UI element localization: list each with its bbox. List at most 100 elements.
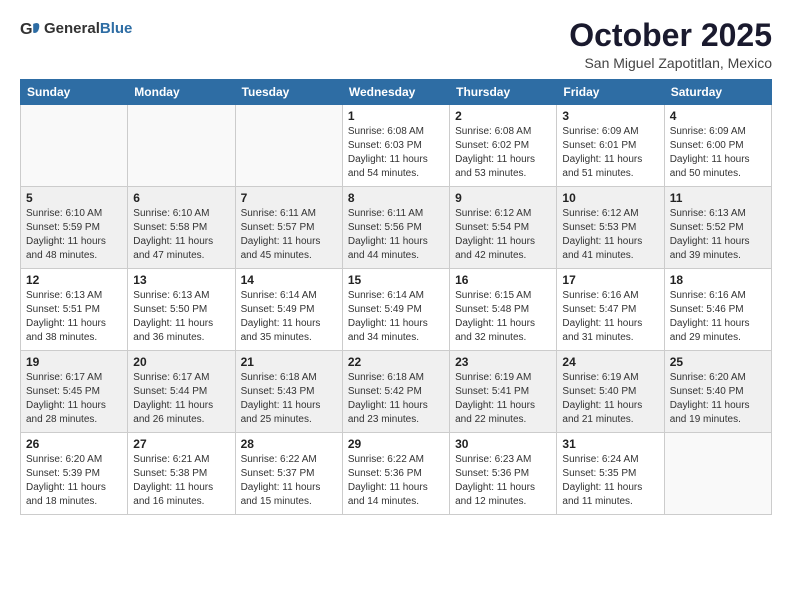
day-info: Sunrise: 6:16 AM Sunset: 5:47 PM Dayligh… (562, 289, 658, 345)
day-info: Sunrise: 6:16 AM Sunset: 5:46 PM Dayligh… (670, 289, 766, 345)
day-number: 8 (348, 191, 444, 205)
calendar-cell: 21Sunrise: 6:18 AM Sunset: 5:43 PM Dayli… (235, 351, 342, 433)
day-number: 14 (241, 273, 337, 287)
day-info: Sunrise: 6:22 AM Sunset: 5:36 PM Dayligh… (348, 453, 444, 509)
day-info: Sunrise: 6:22 AM Sunset: 5:37 PM Dayligh… (241, 453, 337, 509)
day-number: 21 (241, 355, 337, 369)
calendar-cell: 20 Sunrise: 6:17 AM Sunset: 5:44 PM Dayli… (128, 351, 235, 433)
day-number: 22 (348, 355, 444, 369)
day-number: 10 (562, 191, 658, 205)
page-container: G General Blue October 2025 San Miguel Z… (0, 0, 792, 525)
day-info: Sunrise: 6:10 AM Sunset: 5:58 PM Dayligh… (133, 207, 229, 263)
day-info: Sunrise: 6:10 AM Sunset: 5:59 PM Dayligh… (26, 207, 122, 263)
day-number: 24 (562, 355, 658, 369)
day-info: Sunrise: 6:20 AM Sunset: 5:39 PM Dayligh… (26, 453, 122, 509)
header-thursday: Thursday (450, 80, 557, 105)
day-number: 3 (562, 109, 658, 123)
header: G General Blue October 2025 San Miguel Z… (20, 18, 772, 71)
day-info: Sunrise: 6:23 AM Sunset: 5:36 PM Dayligh… (455, 453, 551, 509)
day-info: Sunrise: 6:08 AM Sunset: 6:02 PM Dayligh… (455, 125, 551, 181)
header-wednesday: Wednesday (342, 80, 449, 105)
calendar-cell: 16 Sunrise: 6:15 AM Sunset: 5:48 PM Dayli… (450, 269, 557, 351)
header-saturday: Saturday (664, 80, 771, 105)
day-info: Sunrise: 6:21 AM Sunset: 5:38 PM Dayligh… (133, 453, 229, 509)
day-number: 25 (670, 355, 766, 369)
calendar-cell: 17 Sunrise: 6:16 AM Sunset: 5:47 PM Dayli… (557, 269, 664, 351)
day-number: 29 (348, 437, 444, 451)
header-monday: Monday (128, 80, 235, 105)
calendar-cell: 11 Sunrise: 6:13 AM Sunset: 5:52 PM Dayli… (664, 187, 771, 269)
calendar-cell (664, 433, 771, 515)
logo-icon: G (20, 18, 42, 40)
calendar-week-3: 19Sunrise: 6:17 AM Sunset: 5:45 PM Dayli… (21, 351, 772, 433)
calendar-cell: 22 Sunrise: 6:18 AM Sunset: 5:42 PM Dayli… (342, 351, 449, 433)
day-number: 13 (133, 273, 229, 287)
calendar-cell: 9Sunrise: 6:12 AM Sunset: 5:54 PM Daylig… (450, 187, 557, 269)
day-number: 6 (133, 191, 229, 205)
calendar-cell: 14 Sunrise: 6:14 AM Sunset: 5:49 PM Dayli… (235, 269, 342, 351)
calendar-cell: 30 Sunrise: 6:23 AM Sunset: 5:36 PM Dayli… (450, 433, 557, 515)
day-number: 23 (455, 355, 551, 369)
calendar-week-0: 1 Sunrise: 6:08 AM Sunset: 6:03 PM Daylig… (21, 105, 772, 187)
day-info: Sunrise: 6:11 AM Sunset: 5:56 PM Dayligh… (348, 207, 444, 263)
calendar-cell (128, 105, 235, 187)
day-info: Sunrise: 6:14 AM Sunset: 5:49 PM Dayligh… (241, 289, 337, 345)
day-info: Sunrise: 6:18 AM Sunset: 5:42 PM Dayligh… (348, 371, 444, 427)
day-info: Sunrise: 6:17 AM Sunset: 5:44 PM Dayligh… (133, 371, 229, 427)
header-tuesday: Tuesday (235, 80, 342, 105)
calendar-cell: 12Sunrise: 6:13 AM Sunset: 5:51 PM Dayli… (21, 269, 128, 351)
calendar-cell: 1 Sunrise: 6:08 AM Sunset: 6:03 PM Daylig… (342, 105, 449, 187)
day-info: Sunrise: 6:24 AM Sunset: 5:35 PM Dayligh… (562, 453, 658, 509)
day-info: Sunrise: 6:12 AM Sunset: 5:54 PM Dayligh… (455, 207, 551, 263)
calendar-cell: 6 Sunrise: 6:10 AM Sunset: 5:58 PM Daylig… (128, 187, 235, 269)
day-info: Sunrise: 6:19 AM Sunset: 5:41 PM Dayligh… (455, 371, 551, 427)
day-number: 30 (455, 437, 551, 451)
calendar-cell: 19Sunrise: 6:17 AM Sunset: 5:45 PM Dayli… (21, 351, 128, 433)
day-info: Sunrise: 6:19 AM Sunset: 5:40 PM Dayligh… (562, 371, 658, 427)
day-number: 1 (348, 109, 444, 123)
calendar-cell: 25Sunrise: 6:20 AM Sunset: 5:40 PM Dayli… (664, 351, 771, 433)
day-number: 5 (26, 191, 122, 205)
day-number: 4 (670, 109, 766, 123)
header-friday: Friday (557, 80, 664, 105)
calendar-cell (235, 105, 342, 187)
day-number: 27 (133, 437, 229, 451)
day-number: 7 (241, 191, 337, 205)
title-block: October 2025 San Miguel Zapotitlan, Mexi… (569, 18, 772, 71)
calendar-cell: 23 Sunrise: 6:19 AM Sunset: 5:41 PM Dayli… (450, 351, 557, 433)
day-number: 17 (562, 273, 658, 287)
month-title: October 2025 (569, 18, 772, 53)
day-info: Sunrise: 6:12 AM Sunset: 5:53 PM Dayligh… (562, 207, 658, 263)
calendar-cell: 31 Sunrise: 6:24 AM Sunset: 5:35 PM Dayli… (557, 433, 664, 515)
calendar-header-row: Sunday Monday Tuesday Wednesday Thursday… (21, 80, 772, 105)
calendar-week-1: 5 Sunrise: 6:10 AM Sunset: 5:59 PM Daylig… (21, 187, 772, 269)
day-info: Sunrise: 6:14 AM Sunset: 5:49 PM Dayligh… (348, 289, 444, 345)
calendar-cell: 13 Sunrise: 6:13 AM Sunset: 5:50 PM Dayli… (128, 269, 235, 351)
day-info: Sunrise: 6:08 AM Sunset: 6:03 PM Dayligh… (348, 125, 444, 181)
day-number: 2 (455, 109, 551, 123)
day-number: 26 (26, 437, 122, 451)
day-number: 16 (455, 273, 551, 287)
location: San Miguel Zapotitlan, Mexico (569, 55, 772, 71)
header-sunday: Sunday (21, 80, 128, 105)
day-info: Sunrise: 6:13 AM Sunset: 5:52 PM Dayligh… (670, 207, 766, 263)
day-number: 11 (670, 191, 766, 205)
day-number: 15 (348, 273, 444, 287)
calendar: Sunday Monday Tuesday Wednesday Thursday… (20, 79, 772, 515)
logo-blue: Blue (100, 21, 133, 38)
logo-text: General Blue (44, 21, 132, 38)
calendar-week-4: 26 Sunrise: 6:20 AM Sunset: 5:39 PM Dayli… (21, 433, 772, 515)
day-number: 31 (562, 437, 658, 451)
logo: G General Blue (20, 18, 132, 40)
day-info: Sunrise: 6:13 AM Sunset: 5:50 PM Dayligh… (133, 289, 229, 345)
calendar-cell: 26 Sunrise: 6:20 AM Sunset: 5:39 PM Dayli… (21, 433, 128, 515)
day-number: 18 (670, 273, 766, 287)
day-number: 20 (133, 355, 229, 369)
calendar-cell: 15 Sunrise: 6:14 AM Sunset: 5:49 PM Dayli… (342, 269, 449, 351)
calendar-cell: 2 Sunrise: 6:08 AM Sunset: 6:02 PM Daylig… (450, 105, 557, 187)
day-info: Sunrise: 6:09 AM Sunset: 6:00 PM Dayligh… (670, 125, 766, 181)
calendar-cell: 8 Sunrise: 6:11 AM Sunset: 5:56 PM Daylig… (342, 187, 449, 269)
calendar-cell: 10 Sunrise: 6:12 AM Sunset: 5:53 PM Dayli… (557, 187, 664, 269)
calendar-cell: 29 Sunrise: 6:22 AM Sunset: 5:36 PM Dayli… (342, 433, 449, 515)
day-info: Sunrise: 6:15 AM Sunset: 5:48 PM Dayligh… (455, 289, 551, 345)
